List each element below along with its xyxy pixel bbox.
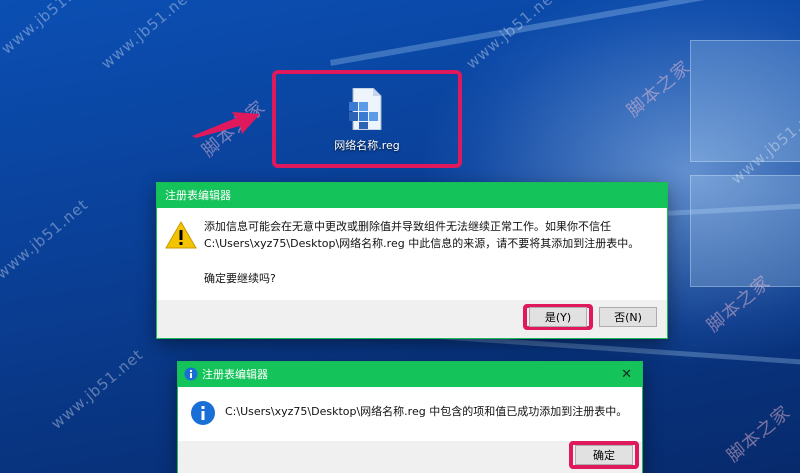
result-dialog: 注册表编辑器 ✕ C:\Users\xyz75\Desktop\网络名称.reg… — [178, 362, 642, 473]
logo-pane — [690, 175, 800, 287]
yes-button[interactable]: 是(Y) — [529, 307, 587, 327]
confirm-dialog: 注册表编辑器 添加信息可能会在无意中更改或删除值并导致组件无法继续正常工作。如果… — [157, 183, 667, 338]
dialog-titlebar[interactable]: 注册表编辑器 ✕ — [178, 362, 642, 387]
warning-message-line2: C:\Users\xyz75\Desktop\网络名称.reg 中此信息的来源，… — [204, 237, 640, 250]
dialog-title: 注册表编辑器 — [202, 368, 268, 381]
file-icon-label[interactable]: 网络名称.reg — [322, 137, 412, 153]
dialog-title: 注册表编辑器 — [165, 189, 231, 202]
pointer-arrow-icon — [192, 112, 260, 138]
warning-icon — [165, 221, 197, 249]
confirm-question: 确定要继续吗? — [204, 272, 276, 285]
close-icon[interactable]: ✕ — [621, 362, 632, 387]
success-message: C:\Users\xyz75\Desktop\网络名称.reg 中包含的项和值已… — [225, 405, 628, 418]
no-button[interactable]: 否(N) — [599, 307, 657, 327]
reg-file-icon[interactable] — [345, 88, 385, 130]
warning-message-line1: 添加信息可能会在无意中更改或删除值并导致组件无法继续正常工作。如果你不信任 — [204, 220, 611, 233]
ok-button[interactable]: 确定 — [575, 445, 633, 465]
dialog-titlebar[interactable]: 注册表编辑器 — [157, 183, 667, 208]
info-icon — [191, 401, 215, 425]
info-icon — [184, 367, 198, 381]
